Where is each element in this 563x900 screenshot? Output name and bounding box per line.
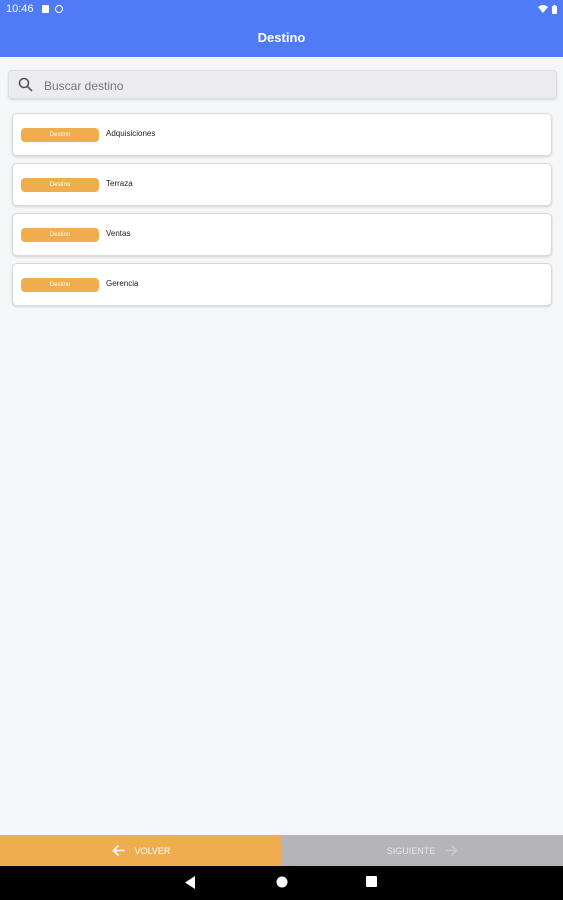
- sync-icon: [54, 5, 63, 13]
- nav-home-icon[interactable]: [276, 876, 288, 888]
- status-time: 10:46: [6, 3, 34, 15]
- list-item-label: Adquisiciones: [106, 129, 156, 138]
- destino-badge: Destino: [21, 178, 99, 192]
- nav-recents-icon[interactable]: [366, 876, 377, 887]
- next-button[interactable]: SIGUIENTE: [282, 835, 563, 866]
- back-button-label: VOLVER: [134, 845, 171, 856]
- destino-badge: Destino: [21, 278, 99, 292]
- search-input[interactable]: [42, 75, 546, 96]
- destino-badge: Destino: [21, 128, 99, 142]
- list-item[interactable]: Destino Ventas: [12, 213, 552, 256]
- status-bar: 10:46: [0, 0, 563, 18]
- app-header: 10:46 Destino: [0, 0, 563, 57]
- list-item[interactable]: Destino Adquisiciones: [12, 113, 552, 156]
- sim-card-icon: [41, 5, 49, 13]
- destino-badge: Destino: [21, 228, 99, 242]
- search-bar: [8, 70, 557, 99]
- nav-back-icon[interactable]: [185, 876, 196, 889]
- list-item[interactable]: Destino Gerencia: [12, 263, 552, 306]
- arrow-right-icon: [445, 845, 458, 856]
- list-item-label: Gerencia: [106, 279, 139, 288]
- list-item-label: Ventas: [106, 229, 131, 238]
- back-button[interactable]: VOLVER: [0, 835, 282, 866]
- system-nav-bar: [0, 866, 563, 900]
- list-item-label: Terraza: [106, 179, 133, 188]
- wifi-icon: [538, 5, 548, 13]
- arrow-left-icon: [112, 845, 125, 856]
- page-title: Destino: [257, 30, 306, 45]
- search-icon: [18, 77, 33, 92]
- battery-icon: [552, 4, 557, 14]
- next-button-label: SIGUIENTE: [386, 845, 436, 856]
- list-item[interactable]: Destino Terraza: [12, 163, 552, 206]
- destination-list: Destino Adquisiciones Destino Terraza De…: [12, 113, 552, 313]
